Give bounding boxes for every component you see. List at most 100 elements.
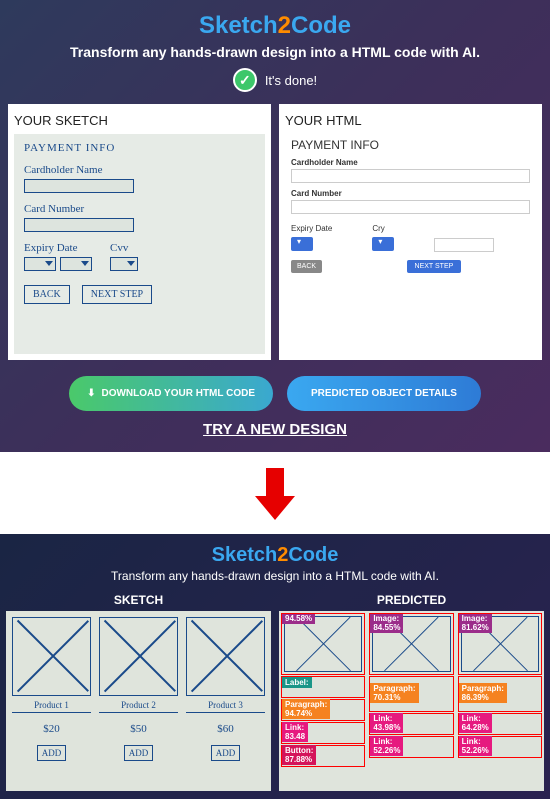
product-price: $60	[186, 723, 265, 735]
class-tag: Paragraph:86.39%	[459, 683, 507, 703]
class-tag: Link:52.26%	[370, 736, 403, 756]
column-title: PREDICTED	[279, 593, 544, 607]
sketch-input-small	[110, 257, 138, 271]
predicted-column: PREDICTED 94.58% Label: Paragraph:94.74%…	[279, 593, 544, 791]
html-label: Cry	[372, 224, 394, 233]
html-input	[291, 169, 530, 183]
product-name: Product 2	[99, 700, 178, 713]
class-tag: Image:81.62%	[459, 613, 492, 633]
class-tag: Link:83.48	[282, 722, 308, 742]
sketch-image: PAYMENT INFO Cardholder Name Card Number…	[14, 134, 265, 354]
add-button: ADD	[211, 745, 241, 761]
sketch-label: Expiry Date	[24, 242, 92, 254]
product-image-icon	[12, 617, 91, 696]
html-next-btn: NEXT STEP	[407, 260, 462, 273]
sketch-label: Cardholder Name	[24, 164, 255, 176]
html-select	[291, 237, 313, 251]
arrow-down-icon	[255, 468, 295, 524]
class-tag: Link:52.26%	[459, 736, 492, 756]
bottom-section: Sketch2Code Transform any hands-drawn de…	[0, 534, 550, 799]
panels: YOUR SKETCH PAYMENT INFO Cardholder Name…	[8, 104, 542, 360]
product-price: $20	[12, 723, 91, 735]
pred-paragraph-box: Paragraph:70.31%	[369, 676, 453, 712]
logo: Sketch2Code	[6, 544, 544, 567]
pred-link-box: Link:52.26%	[369, 736, 453, 758]
pred-link-box: Link:64.28%	[458, 713, 542, 735]
class-tag: Label:	[282, 677, 312, 688]
sketch-label: Card Number	[24, 203, 255, 215]
logo: Sketch2Code	[8, 12, 542, 40]
product-col: Product 3 $60 ADD	[186, 617, 265, 785]
tagline: Transform any hands-drawn design into a …	[6, 569, 544, 583]
logo-part: Sketch	[212, 544, 278, 566]
action-row: ⬇ DOWNLOAD YOUR HTML CODE PREDICTED OBJE…	[8, 376, 542, 411]
sketch-input	[24, 218, 134, 232]
status-text: It's done!	[265, 73, 317, 88]
class-tag: Link:43.98%	[370, 713, 403, 733]
pred-link-box: Link:52.26%	[458, 736, 542, 758]
top-section: Sketch2Code Transform any hands-drawn de…	[0, 0, 550, 452]
add-button: ADD	[37, 745, 67, 761]
product-col: Product 2 $50 ADD	[99, 617, 178, 785]
html-label: Card Number	[291, 189, 530, 198]
sketch-label: Cvv	[110, 242, 138, 254]
download-icon: ⬇	[87, 388, 95, 399]
html-label: Expiry Date	[291, 224, 332, 233]
predicted-details-button[interactable]: PREDICTED OBJECT DETAILS	[287, 376, 481, 411]
product-col: Product 1 $20 ADD	[12, 617, 91, 785]
html-input	[291, 200, 530, 214]
pred-link-box: Link:83.48	[281, 722, 365, 744]
class-tag: Image:84.55%	[370, 613, 403, 633]
product-name: Product 3	[186, 700, 265, 713]
html-panel: YOUR HTML PAYMENT INFO Cardholder Name C…	[279, 104, 542, 360]
pred-image-box: Image:84.55%	[369, 613, 453, 675]
add-button: ADD	[124, 745, 154, 761]
html-preview: PAYMENT INFO Cardholder Name Card Number…	[285, 134, 536, 277]
html-back-btn: BACK	[291, 260, 322, 273]
bottom-columns: SKETCH Product 1 $20 ADD Product 2 $50 A…	[6, 593, 544, 791]
class-tag: Paragraph:94.74%	[282, 699, 330, 719]
download-button[interactable]: ⬇ DOWNLOAD YOUR HTML CODE	[69, 376, 273, 411]
pred-col: 94.58% Label: Paragraph:94.74% Link:83.4…	[281, 613, 365, 789]
confidence-tag: 94.58%	[282, 613, 315, 624]
panel-title: YOUR SKETCH	[14, 110, 265, 134]
tagline: Transform any hands-drawn design into a …	[8, 44, 542, 60]
sketch-select	[24, 257, 56, 271]
class-tag: Link:64.28%	[459, 713, 492, 733]
arrow-zone	[0, 452, 550, 534]
class-tag: Paragraph:70.31%	[370, 683, 418, 703]
sketch-column: SKETCH Product 1 $20 ADD Product 2 $50 A…	[6, 593, 271, 791]
logo-part: 2	[278, 12, 291, 39]
html-select	[372, 237, 394, 251]
pred-col: Image:81.62% Paragraph:86.39% Link:64.28…	[458, 613, 542, 789]
logo-part: Code	[288, 544, 338, 566]
pred-label-box: Label:	[281, 676, 365, 698]
column-title: SKETCH	[6, 593, 271, 607]
sketch-title: PAYMENT INFO	[24, 142, 255, 154]
pred-paragraph-box: Paragraph:86.39%	[458, 676, 542, 712]
pred-paragraph-box: Paragraph:94.74%	[281, 699, 365, 721]
pred-link-box: Link:43.98%	[369, 713, 453, 735]
download-label: DOWNLOAD YOUR HTML CODE	[101, 388, 255, 399]
sketch-next-btn: NEXT STEP	[82, 285, 152, 304]
html-label: Cardholder Name	[291, 158, 530, 167]
logo-part: 2	[277, 544, 288, 566]
sketch-back-btn: BACK	[24, 285, 70, 304]
predicted-overlay: 94.58% Label: Paragraph:94.74% Link:83.4…	[279, 611, 544, 791]
sketch-products: Product 1 $20 ADD Product 2 $50 ADD Prod…	[6, 611, 271, 791]
html-input	[434, 238, 494, 252]
product-image-icon	[99, 617, 178, 696]
sketch-input	[24, 179, 134, 193]
class-tag: Button:87.88%	[282, 745, 316, 765]
panel-title: YOUR HTML	[285, 110, 536, 134]
pred-image-box: Image:81.62%	[458, 613, 542, 675]
product-name: Product 1	[12, 700, 91, 713]
pred-image-box: 94.58%	[281, 613, 365, 675]
checkmark-icon: ✓	[233, 68, 257, 92]
product-image-icon	[186, 617, 265, 696]
status-row: ✓ It's done!	[8, 68, 542, 92]
pred-button-box: Button:87.88%	[281, 745, 365, 767]
logo-part: Sketch	[199, 12, 278, 39]
logo-part: Code	[291, 12, 351, 39]
try-new-design-link[interactable]: TRY A NEW DESIGN	[8, 421, 542, 438]
